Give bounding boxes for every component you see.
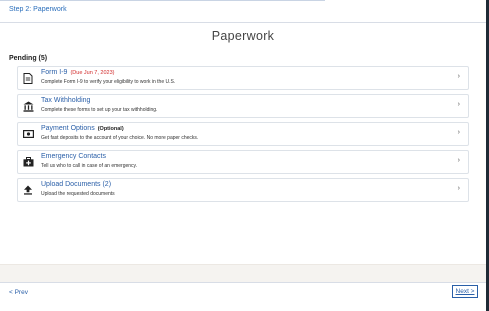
page-title: Paperwork <box>211 29 275 43</box>
chevron-right-icon: › <box>457 157 460 164</box>
footer-nav <box>0 282 486 311</box>
chevron-right-icon: › <box>457 73 460 80</box>
section-heading: Pending (5) <box>9 55 48 62</box>
task-upload-documents[interactable]: Upload Documents (2) Upload the requeste… <box>17 178 469 202</box>
task-tax-withholding[interactable]: Tax Withholding Complete these forms to … <box>17 94 469 118</box>
task-description: Tell us who to call in case of an emerge… <box>41 163 138 169</box>
task-description: Get fast deposits to the account of your… <box>41 135 199 141</box>
onboarding-page: Step 2: Paperwork Paperwork Pending (5) … <box>0 0 489 311</box>
task-list: Form I-9 (Due Jun 7, 2023) Complete Form … <box>17 66 469 206</box>
task-title: Form I-9 (Due Jun 7, 2023) <box>41 69 115 76</box>
task-description: Complete these forms to set up your tax … <box>41 107 158 113</box>
money-icon <box>22 128 34 140</box>
footer-spacer <box>0 264 486 283</box>
task-emergency-contacts[interactable]: Emergency Contacts Tell us who to call i… <box>17 150 469 174</box>
chevron-right-icon: › <box>457 101 460 108</box>
task-form-i9[interactable]: Form I-9 (Due Jun 7, 2023) Complete Form … <box>17 66 469 90</box>
first-aid-icon <box>22 156 34 168</box>
progress-line <box>0 0 325 1</box>
task-payment-options[interactable]: Payment Options (Optional) Get fast depos… <box>17 122 469 146</box>
task-title: Tax Withholding <box>41 97 91 104</box>
task-title: Emergency Contacts <box>41 153 106 160</box>
chevron-right-icon: › <box>457 185 460 192</box>
bank-icon <box>22 100 34 112</box>
prev-button[interactable]: < Prev <box>9 289 28 296</box>
next-button[interactable]: Next > <box>452 285 478 298</box>
step-header: Step 2: Paperwork <box>0 0 486 23</box>
step-label: Step 2: Paperwork <box>9 6 67 13</box>
task-title: Payment Options (Optional) <box>41 125 124 132</box>
task-description: Upload the requested documents <box>41 191 115 197</box>
chevron-right-icon: › <box>457 129 460 136</box>
optional-label: (Optional) <box>97 126 124 132</box>
document-icon <box>22 72 34 84</box>
due-date-label: (Due Jun 7, 2023) <box>70 70 115 76</box>
upload-icon <box>22 184 34 196</box>
task-title: Upload Documents (2) <box>41 181 112 188</box>
task-description: Complete Form I-9 to verify your eligibi… <box>41 79 176 85</box>
